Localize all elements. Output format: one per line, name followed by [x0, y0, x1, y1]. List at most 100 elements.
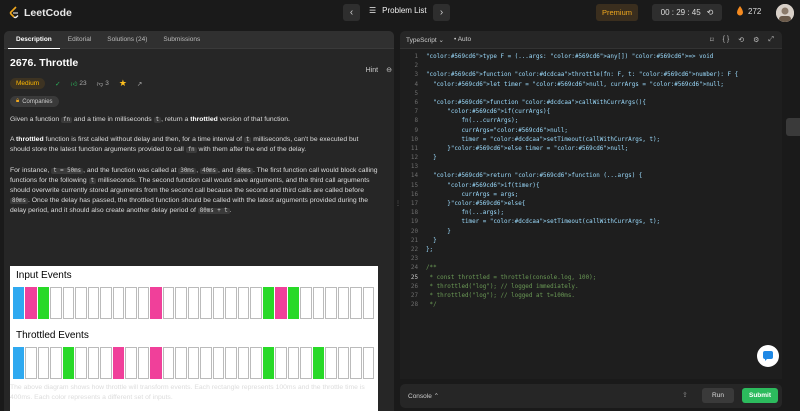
code-line[interactable]: 24/**	[400, 264, 782, 273]
code-line[interactable]: 2	[400, 62, 782, 71]
code-line[interactable]: 10 timer = "color:#dcdcaa">setTimeout(ca…	[400, 136, 782, 145]
code-line[interactable]: 17 }"color:#569cd6">else{	[400, 200, 782, 209]
event-cell	[37, 347, 50, 379]
like-button[interactable]: 👍︎ 23	[71, 80, 87, 88]
code-line[interactable]: 9 currArgs="color:#569cd6">null;	[400, 127, 782, 136]
chevron-left-icon: ‹	[349, 7, 354, 18]
console-toggle[interactable]: Console ⌃	[408, 392, 439, 400]
timer-value: 00 : 29 : 45	[660, 8, 701, 17]
bookmark-icon[interactable]: ⌑	[710, 36, 714, 44]
code-line[interactable]: 19 timer = "color:#dcdcaa">setTimeout(ca…	[400, 218, 782, 227]
code-line[interactable]: 11 }"color:#569cd6">else timer = "color:…	[400, 145, 782, 154]
code-line[interactable]: 23	[400, 255, 782, 264]
reset-icon[interactable]: ⟲	[738, 36, 744, 44]
panel-resize-handle[interactable]: ⋮	[395, 200, 401, 208]
chat-icon	[763, 351, 773, 361]
problem-title[interactable]: 2676. Throttle	[10, 57, 380, 69]
code-line[interactable]: 26 * throttled("log"); // logged immedia…	[400, 283, 782, 292]
event-cell	[187, 347, 200, 379]
code-line[interactable]: 22};	[400, 246, 782, 255]
event-cell	[287, 287, 300, 319]
braces-icon[interactable]: { }	[723, 36, 730, 44]
code-line[interactable]: 15 "color:#569cd6">if(timer){	[400, 182, 782, 191]
code-editor-panel: TypeScript ⌄ • Auto ⌑ { } ⟲ ⚙ ⤢ 1 "color:…	[400, 31, 782, 379]
code-line[interactable]: 3 "color:#569cd6">function "color:#dcdcaa…	[400, 71, 782, 80]
chevron-up-icon: ⌃	[433, 393, 440, 400]
share-icon[interactable]: ↗	[137, 80, 142, 88]
code-line[interactable]: 4 "color:#569cd6">let timer = "color:#56…	[400, 81, 782, 90]
code-line[interactable]: 6 "color:#569cd6">function "color:#dcdca…	[400, 99, 782, 108]
fullscreen-icon[interactable]: ⤢	[768, 36, 774, 44]
companies-button[interactable]: 🔒︎ Companies	[10, 96, 59, 107]
event-cell	[225, 287, 237, 319]
event-cell	[62, 287, 75, 319]
code-line[interactable]: 8 fn(...currArgs);	[400, 117, 782, 126]
event-cell	[225, 347, 237, 379]
star-icon[interactable]: ★	[119, 78, 127, 89]
timer[interactable]: 00 : 29 : 45 ⟲	[652, 4, 722, 21]
reset-timer-icon[interactable]: ⟲	[707, 8, 714, 17]
avatar[interactable]	[776, 4, 794, 22]
code-line[interactable]: 18 fn(...args);	[400, 209, 782, 218]
event-cell	[13, 347, 25, 379]
event-cell	[50, 347, 62, 379]
event-cell	[112, 287, 125, 319]
problem-list-button[interactable]: ☰ Problem List	[369, 6, 427, 15]
run-button[interactable]: Run	[702, 388, 734, 403]
description-paragraph-1: Given a function fn and a time in millis…	[10, 116, 290, 123]
event-cell	[62, 347, 75, 379]
lock-icon: 🔒︎	[16, 98, 20, 104]
code-line[interactable]: 1 "color:#569cd6">type F = (...args: "col…	[400, 53, 782, 62]
code-line[interactable]: 14 "color:#569cd6">return "color:#569cd6…	[400, 172, 782, 181]
event-cell	[312, 347, 325, 379]
code-line[interactable]: 28 */	[400, 301, 782, 310]
logo[interactable]: LeetCode	[8, 6, 72, 20]
tab-submissions[interactable]: Submissions	[155, 31, 208, 49]
code-line[interactable]: 7 "color:#569cd6">if(currArgs){	[400, 108, 782, 117]
auto-mode-toggle[interactable]: • Auto	[454, 36, 471, 43]
tab-description[interactable]: Description	[8, 31, 60, 49]
tab-editorial[interactable]: Editorial	[60, 31, 99, 49]
code-line[interactable]: 12 }	[400, 154, 782, 163]
event-cell	[275, 347, 287, 379]
code-line[interactable]: 21 }	[400, 237, 782, 246]
code-line[interactable]: 20 }	[400, 228, 782, 237]
event-cell	[25, 347, 37, 379]
side-panel-toggle[interactable]	[786, 118, 800, 136]
submit-button[interactable]: Submit	[742, 388, 778, 403]
dislike-button[interactable]: 👎︎ 3	[97, 80, 109, 88]
code-line[interactable]: 5	[400, 90, 782, 99]
event-cell	[200, 347, 212, 379]
code-line[interactable]: 25 * const throttled = throttle(console.…	[400, 274, 782, 283]
problem-meta: Medium ✓ 👍︎ 23 👎︎ 3 ★ ↗	[10, 78, 380, 89]
code-area[interactable]: 1 "color:#569cd6">type F = (...args: "col…	[400, 53, 782, 310]
more-icon[interactable]: ⊖	[386, 66, 392, 74]
event-cell	[337, 347, 350, 379]
code-line[interactable]: 16 currArgs = args;	[400, 191, 782, 200]
settings-icon[interactable]: ⚙	[753, 36, 759, 44]
leetcode-logo-icon	[9, 6, 19, 19]
language-select[interactable]: TypeScript ⌄	[406, 36, 444, 44]
event-cell	[162, 287, 175, 319]
event-cell	[275, 287, 287, 319]
event-cell	[312, 287, 325, 319]
prev-problem-button[interactable]: ‹	[343, 4, 360, 21]
event-cell	[13, 287, 25, 319]
like-count: 23	[79, 80, 87, 87]
event-cell	[175, 347, 187, 379]
next-problem-button[interactable]: ›	[433, 4, 450, 21]
flame-icon	[737, 6, 743, 16]
upload-icon[interactable]: ⇪	[682, 391, 688, 399]
code-line[interactable]: 27 * throttled("log"); // logged at t=10…	[400, 292, 782, 301]
code-line[interactable]: 13	[400, 163, 782, 172]
premium-button[interactable]: Premium	[596, 4, 638, 21]
event-cell	[300, 287, 312, 319]
streak-counter[interactable]: 272	[736, 6, 761, 16]
event-cell	[75, 347, 87, 379]
list-icon: ☰	[369, 6, 377, 15]
tab-solutions[interactable]: Solutions (24)	[99, 31, 155, 49]
top-navbar: LeetCode ‹ ☰ Problem List › Premium 00 :…	[0, 0, 800, 26]
throttled-events-title: Throttled Events	[16, 330, 89, 341]
chat-button[interactable]	[757, 345, 779, 367]
thumbs-down-icon: 👎︎	[96, 80, 104, 88]
